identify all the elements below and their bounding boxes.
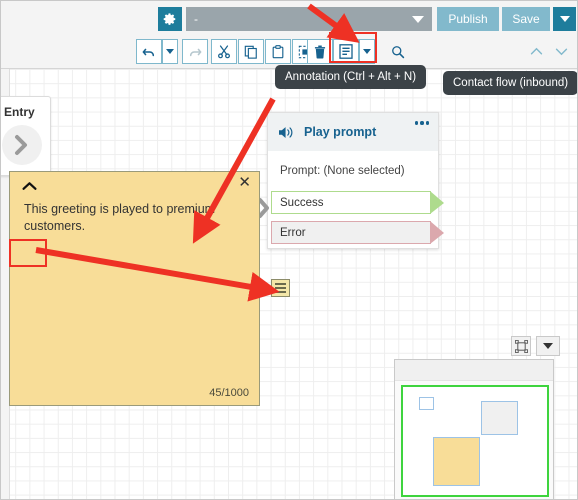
annotation-collapse-button[interactable]	[16, 176, 42, 196]
toolbar-row-primary: - Publish Save	[1, 1, 577, 35]
chevron-right-icon	[15, 135, 27, 155]
ellipsis-icon[interactable]	[414, 121, 429, 125]
chevron-down-icon	[543, 343, 553, 349]
annotation-tooltip: Annotation (Ctrl + Alt + N)	[275, 65, 427, 89]
flow-select-dropdown[interactable]: -	[186, 7, 432, 31]
branch-success[interactable]: Success	[271, 191, 444, 214]
annotation-close-button[interactable]: ✕	[238, 175, 251, 190]
contact-flow-editor: - Publish Save Entry Play prompt Prompt:…	[0, 0, 578, 500]
toolbar-row-secondary	[1, 35, 577, 68]
minimap-panel[interactable]	[394, 359, 554, 499]
undo-dropdown-button[interactable]	[162, 39, 178, 64]
minimap-node-shape	[481, 401, 518, 435]
annotation-dropdown-button[interactable]	[359, 39, 375, 64]
scissors-icon	[218, 44, 230, 58]
contact-flow-tooltip: Contact flow (inbound)	[443, 71, 577, 95]
fit-to-screen-icon	[514, 339, 528, 353]
chevron-up-icon	[21, 181, 37, 190]
ellipsis-dot	[425, 121, 429, 125]
save-dropdown-button[interactable]	[553, 7, 576, 31]
copy-button[interactable]	[238, 39, 264, 64]
branch-error-label: Error	[280, 226, 306, 239]
minimap-note-shape	[433, 437, 480, 486]
minimap-header	[395, 360, 553, 381]
annotation-char-counter: 45/1000	[209, 387, 249, 399]
annotation-note-text[interactable]: This greeting is played to premium custo…	[24, 201, 246, 235]
speaker-icon	[279, 126, 293, 138]
copy-icon	[244, 45, 257, 59]
entry-node-label: Entry	[4, 105, 35, 119]
play-prompt-node-title: Play prompt	[304, 125, 377, 139]
trash-icon	[314, 45, 326, 58]
ellipsis-dot	[414, 121, 418, 125]
nav-down-button[interactable]	[550, 39, 572, 64]
play-prompt-node[interactable]: Play prompt Prompt: (None selected) Succ…	[258, 112, 444, 249]
save-button[interactable]: Save	[502, 7, 550, 31]
chevron-down-icon	[412, 15, 424, 23]
flow-select-value: -	[194, 12, 198, 26]
delete-button[interactable]	[307, 39, 333, 64]
note-line	[275, 283, 286, 285]
paste-button[interactable]	[265, 39, 291, 64]
note-line	[275, 287, 286, 289]
gear-icon	[163, 13, 176, 25]
ellipsis-dot	[420, 121, 424, 125]
entry-node-icon-circle	[2, 125, 42, 165]
entry-node[interactable]: Entry	[1, 96, 51, 176]
branch-error[interactable]: Error	[271, 221, 444, 244]
search-button[interactable]	[386, 39, 410, 64]
note-line	[275, 291, 286, 293]
toolbar: - Publish Save	[1, 1, 577, 69]
play-prompt-node-body: Prompt: (None selected) Success Error	[258, 151, 444, 244]
redo-icon	[189, 48, 202, 56]
search-icon	[392, 45, 405, 58]
node-note-indicator-icon[interactable]	[271, 279, 290, 297]
cut-button[interactable]	[211, 39, 237, 64]
gear-icon-button[interactable]	[158, 7, 182, 31]
branch-error-arrow-icon	[430, 221, 444, 244]
fit-to-screen-button[interactable]	[511, 336, 531, 356]
branch-success-arrow-icon	[430, 191, 444, 214]
play-prompt-value: Prompt: (None selected)	[280, 165, 405, 177]
branch-success-label: Success	[280, 196, 324, 209]
undo-icon	[142, 48, 155, 56]
annotation-button[interactable]	[333, 39, 359, 64]
chevron-down-icon	[363, 49, 371, 54]
chevron-down-icon	[166, 49, 174, 54]
minimap-entry-shape	[419, 397, 434, 410]
chevron-down-icon	[555, 48, 567, 56]
undo-button[interactable]	[136, 39, 162, 64]
publish-button[interactable]: Publish	[437, 7, 499, 31]
chevron-down-icon	[559, 16, 570, 22]
redo-button[interactable]	[182, 39, 208, 64]
clipboard-icon	[272, 44, 284, 58]
chevron-up-icon	[530, 47, 542, 55]
nav-up-button[interactable]	[525, 39, 547, 64]
minimap-viewport-rect[interactable]	[401, 385, 549, 497]
minimap-body[interactable]	[395, 381, 553, 499]
minimap-dropdown-button[interactable]	[536, 336, 560, 356]
play-prompt-node-header: Play prompt	[268, 113, 438, 151]
note-icon	[339, 44, 353, 59]
annotation-note[interactable]: ✕ This greeting is played to premium cus…	[9, 171, 260, 406]
